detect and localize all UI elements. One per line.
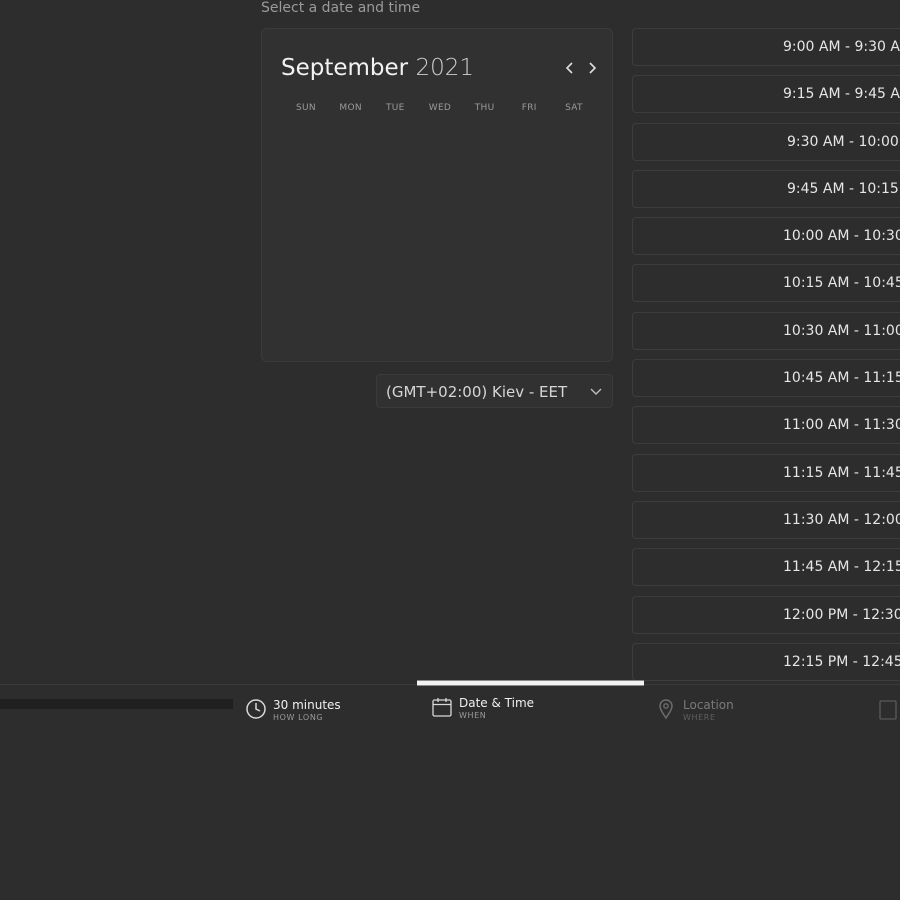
weekday-wed: WED [428,103,452,113]
time-slot-label: 9:30 AM - 10:00 AM [787,133,900,150]
weekday-sat: SAT [565,103,583,113]
time-slot[interactable]: 10:15 AM - 10:45 AM [632,264,900,303]
time-slot[interactable]: 11:15 AM - 11:45 AM [632,453,900,492]
time-slot[interactable]: 10:00 AM - 10:30 AM [632,217,900,256]
timezone-label: (GMT+02:00) Kiev - EET [386,383,568,401]
active-step-indicator [417,680,644,686]
calendar-icon [432,698,452,717]
chevron-down-icon [590,388,602,395]
step-location-value: Location [683,698,734,712]
chevron-right-icon [589,62,597,74]
time-slot[interactable]: 11:45 AM - 12:15 PM [632,548,900,587]
time-slot[interactable]: 12:00 PM - 12:30 PM [632,595,900,634]
step-duration-value: 30 minutes [273,698,341,712]
year-label: 2021 [415,55,474,81]
step-date-time-caption: WHEN [459,711,487,720]
time-slot[interactable]: 11:30 AM - 12:00 PM [632,500,900,539]
time-slot[interactable]: 9:45 AM - 10:15 AM [632,169,900,208]
weekday-thu: THU [474,103,495,113]
time-slot-label: 10:30 AM - 11:00 AM [783,322,900,339]
time-slot-label: 11:00 AM - 11:30 AM [783,417,900,434]
time-slot-label: 9:00 AM - 9:30 AM [783,39,900,55]
time-slot[interactable]: 12:15 PM - 12:45 PM [632,642,900,681]
time-slot-label: 11:15 AM - 11:45 AM [783,464,900,481]
clock-icon [246,699,266,719]
time-slot-label: 10:45 AM - 11:15 AM [783,370,900,387]
weekday-fri: FRI [521,103,537,113]
step-date-time-value: Date & Time [459,696,535,710]
chevron-left-icon [565,62,573,74]
time-slot[interactable]: 9:15 AM - 9:45 AM [632,75,900,114]
step-location-caption: WHERE [683,713,716,722]
time-slot-label: 11:45 AM - 12:15 PM [783,559,900,576]
time-slot-label: 10:00 AM - 10:30 AM [783,228,900,245]
calendar-card: September 2021 SUN MON TUE WED THU FRI S… [261,28,613,362]
step-duration-caption: HOW LONG [273,713,324,722]
time-slot-label: 9:15 AM - 9:45 AM [783,86,900,103]
time-slot-label: 10:15 AM - 10:45 AM [783,275,900,292]
time-slot-label: 9:45 AM - 10:15 AM [787,180,900,197]
progress-bar [0,699,233,709]
timezone-select[interactable]: (GMT+02:00) Kiev - EET [376,374,613,408]
map-pin-icon [659,699,673,720]
prev-month-button[interactable] [562,57,578,79]
time-slot[interactable]: 10:30 AM - 11:00 AM [632,311,900,350]
step-duration[interactable]: 30 minutes HOW LONG [245,698,341,723]
weekday-sun: SUN [296,103,316,113]
next-month-button[interactable] [584,57,600,79]
month-title: September 2021 [281,55,474,81]
time-slot-label: 12:00 PM - 12:30 PM [783,606,900,623]
time-slot[interactable]: 9:30 AM - 10:00 AM [632,122,900,161]
step-next-partial[interactable] [877,699,900,721]
time-slot[interactable]: 10:45 AM - 11:15 AM [632,359,900,398]
time-slot[interactable]: 9:00 AM - 9:30 AM [632,28,900,66]
weekday-header: SUN MON TUE WED THU FRI SAT [290,103,590,113]
month-label: September [281,55,409,81]
step-date-time[interactable]: Date & Time WHEN [431,696,534,721]
time-slot-label: 11:30 AM - 12:00 PM [783,511,900,528]
time-slot[interactable]: 11:00 AM - 11:30 AM [632,406,900,445]
step-location[interactable]: Location WHERE [655,698,734,723]
time-slot-label: 12:15 PM - 12:45 PM [783,653,900,670]
section-title: Select a date and time [261,0,421,16]
weekday-tue: TUE [385,103,405,113]
document-icon [879,700,897,720]
weekday-mon: MON [339,103,362,113]
time-slot-list: 9:00 AM - 9:30 AM 9:15 AM - 9:45 AM 9:30… [632,28,900,690]
